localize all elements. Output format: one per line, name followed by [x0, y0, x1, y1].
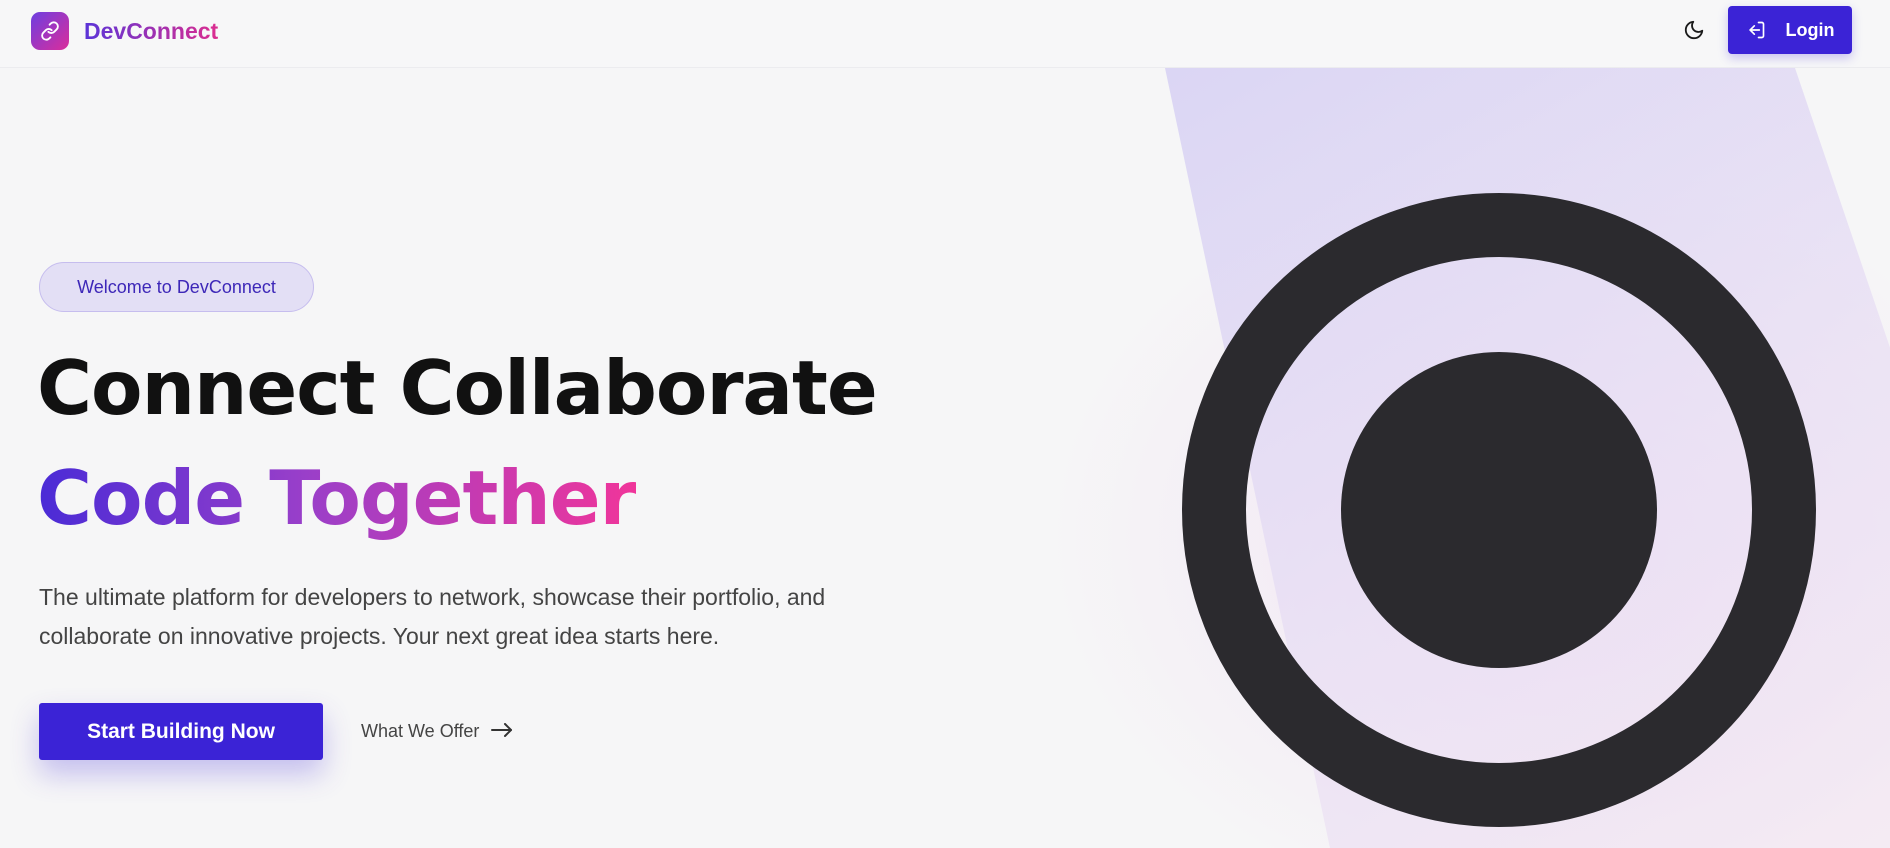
arrow-right-icon	[491, 721, 513, 742]
login-label: Login	[1785, 19, 1835, 40]
login-icon	[1746, 20, 1766, 40]
headline-line-1: Connect Collaborate	[37, 344, 878, 432]
what-we-offer-label: What We Offer	[361, 721, 480, 741]
brand-name: DevConnect	[84, 17, 219, 44]
hero-description: The ultimate platform for developers to …	[39, 584, 826, 649]
start-building-button[interactable]: Start Building Now	[39, 703, 323, 760]
cta-row: Start Building Now What We Offer	[39, 703, 513, 760]
what-we-offer-link[interactable]: What We Offer	[361, 721, 513, 742]
link-icon	[31, 12, 69, 50]
welcome-badge: Welcome to DevConnect	[39, 262, 314, 312]
login-button[interactable]: Login	[1728, 6, 1852, 54]
brand[interactable]: DevConnect	[31, 12, 218, 50]
top-navbar: DevConnect Login	[0, 0, 1890, 68]
moon-icon	[1683, 19, 1705, 46]
theme-toggle-button[interactable]	[1678, 16, 1710, 48]
hero-section: Welcome to DevConnect Connect Collaborat…	[37, 262, 878, 760]
record-circle-icon	[1182, 193, 1816, 827]
headline-line-2: Code Together	[37, 454, 637, 542]
